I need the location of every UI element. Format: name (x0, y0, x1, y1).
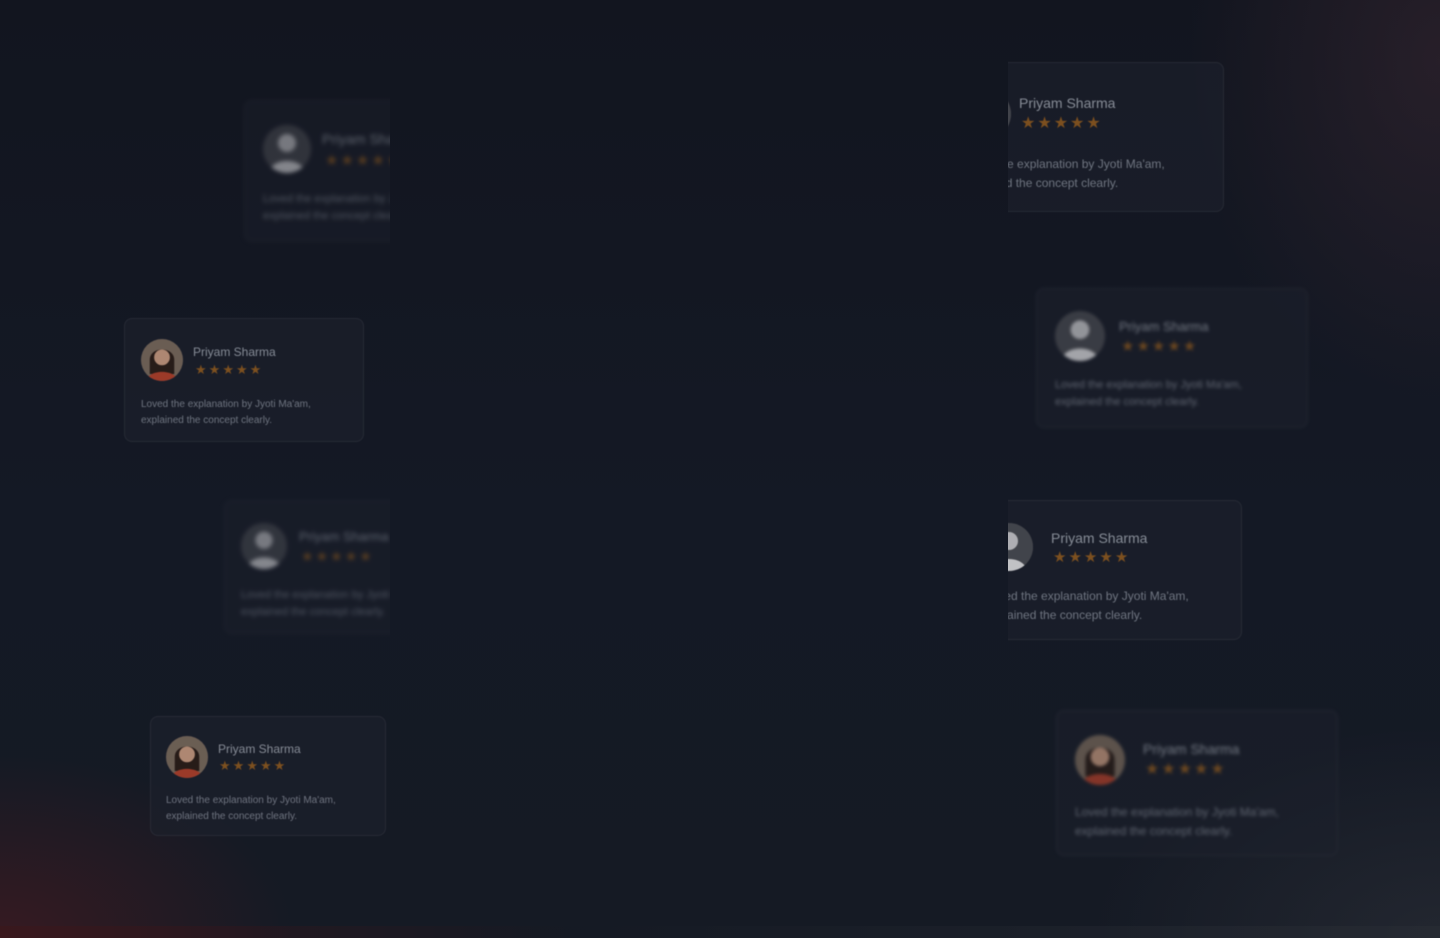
star-icon: ★ (344, 548, 358, 564)
woman-portrait-icon (1075, 735, 1125, 785)
star-icon: ★ (1099, 549, 1113, 566)
star-icon: ★ (222, 362, 234, 377)
review-line: explained the concept clearly. (1075, 823, 1233, 838)
testimonial-card: Priyam Sharma ★ ★ ★ ★ ★ Loved the explan… (1056, 710, 1338, 856)
review-text: Loved the explanation by Jyoti Ma'am, ex… (1055, 377, 1242, 411)
star-icon: ★ (315, 548, 329, 564)
reviewer-name: Priyam Sharma (1143, 741, 1240, 757)
review-line: Loved the explanation by Jyoti Ma'am, (263, 193, 390, 205)
star-icon: ★ (1210, 761, 1225, 778)
woman-portrait-icon (166, 736, 208, 778)
review-text: Loved the explanation by Jyoti Ma'am, ex… (141, 397, 311, 428)
star-icon: ★ (235, 362, 248, 377)
star-icon: ★ (232, 758, 245, 773)
review-text: Loved the explanation by Jyoti Ma'am, ex… (166, 793, 336, 824)
star-rating: ★ ★ ★ ★ ★ (301, 549, 372, 563)
star-rating: ★ ★ ★ ★ ★ (1121, 339, 1196, 354)
testimonial-card: Priyam Sharma ★ ★ ★ ★ ★ Loved the explan… (1008, 62, 1224, 212)
star-icon: ★ (1037, 115, 1052, 132)
man-portrait-icon (263, 125, 311, 173)
testimonial-card: Priyam Sharma ★ ★ ★ ★ ★ Loved the explan… (150, 716, 386, 836)
star-icon: ★ (1121, 338, 1135, 355)
review-line: explained the concept clearly. (241, 606, 386, 619)
star-icon: ★ (1182, 338, 1197, 355)
star-rating: ★ ★ ★ ★ ★ (219, 759, 285, 772)
woman-portrait-icon (141, 339, 183, 381)
review-line: Loved the explanation by Jyoti Ma'am, (1075, 805, 1279, 819)
reviewer-name: Priyam Sharma (299, 529, 389, 544)
star-rating: ★ ★ ★ ★ ★ (1053, 550, 1128, 565)
review-line: Loved the explanation by Jyoti Ma'am, (166, 795, 336, 806)
star-icon: ★ (249, 362, 262, 377)
review-line: Loved the explanation by Jyoti Ma'am, (241, 589, 390, 601)
review-text: Loved the explanation by Jyoti Ma'am, ex… (1075, 803, 1279, 840)
review-line: explained the concept clearly. (1055, 396, 1200, 409)
star-icon: ★ (1070, 115, 1085, 132)
testimonial-column-right: Priyam Sharma ★ ★ ★ ★ ★ Loved the explan… (1008, 0, 1440, 938)
star-icon: ★ (1145, 761, 1160, 778)
reviewer-name: Priyam Sharma (1119, 319, 1209, 334)
star-icon: ★ (330, 548, 343, 564)
star-icon: ★ (246, 758, 258, 773)
star-icon: ★ (1194, 761, 1209, 778)
reviewer-name: Priyam Sharma (322, 131, 390, 147)
star-icon: ★ (1021, 115, 1036, 132)
review-text: Loved the explanation by Jyoti Ma'am, ex… (263, 191, 390, 225)
review-line: Loved the explanation by Jyoti Ma'am, (1055, 379, 1242, 391)
testimonial-card: Priyam Sharma ★ ★ ★ ★ ★ Loved the explan… (244, 100, 390, 242)
star-icon: ★ (355, 152, 370, 169)
review-line: Loved the explanation by Jyoti Ma'am, (1008, 157, 1165, 171)
star-icon: ★ (301, 548, 314, 564)
testimonial-card: Priyam Sharma ★ ★ ★ ★ ★ Loved the explan… (124, 318, 364, 442)
man-portrait-icon (1008, 523, 1033, 571)
star-icon: ★ (1053, 549, 1067, 566)
star-icon: ★ (1136, 338, 1150, 355)
man-portrait-icon (1055, 311, 1105, 361)
star-icon: ★ (1086, 115, 1101, 132)
reviewer-name: Priyam Sharma (1051, 530, 1148, 546)
review-line: explained the concept clearly. (263, 210, 390, 223)
testimonial-column-left: Priyam Sharma ★ ★ ★ ★ ★ Loved the explan… (0, 0, 390, 938)
star-rating: ★ ★ ★ ★ ★ (325, 153, 390, 168)
star-icon: ★ (325, 152, 339, 169)
reviewer-name: Priyam Sharma (193, 345, 276, 359)
star-icon: ★ (1053, 115, 1069, 132)
star-rating: ★ ★ ★ ★ ★ (1145, 762, 1225, 778)
review-text: Loved the explanation by Jyoti Ma'am, ex… (241, 587, 390, 621)
testimonial-card: Priyam Sharma ★ ★ ★ ★ ★ Loved the explan… (224, 500, 390, 634)
review-line: explained the concept clearly. (1008, 175, 1119, 190)
review-line: explained the concept clearly. (141, 414, 273, 426)
star-rating: ★ ★ ★ ★ ★ (1021, 116, 1101, 132)
star-icon: ★ (1114, 549, 1129, 566)
star-icon: ★ (208, 362, 221, 377)
review-text: Loved the explanation by Jyoti Ma'am, ex… (1008, 587, 1189, 624)
star-icon: ★ (1083, 549, 1098, 566)
star-icon: ★ (1161, 761, 1176, 778)
star-icon: ★ (359, 548, 372, 564)
star-icon: ★ (273, 758, 286, 773)
star-icon: ★ (387, 153, 390, 168)
star-icon: ★ (219, 758, 231, 773)
reviewer-name: Priyam Sharma (1019, 95, 1116, 111)
star-icon: ★ (1167, 338, 1181, 355)
review-line: explained the concept clearly. (1008, 607, 1143, 622)
testimonial-card: Priyam Sharma ★ ★ ★ ★ ★ Loved the explan… (1036, 288, 1308, 428)
star-icon: ★ (1068, 549, 1082, 566)
review-text: Loved the explanation by Jyoti Ma'am, ex… (1008, 155, 1165, 192)
review-line: explained the concept clearly. (166, 810, 298, 822)
star-icon: ★ (195, 362, 207, 377)
reviewer-name: Priyam Sharma (218, 742, 301, 756)
man-portrait-icon (1008, 89, 1011, 139)
man-portrait-icon (241, 523, 287, 569)
testimonial-card: Priyam Sharma ★ ★ ★ ★ ★ Loved the explan… (1008, 500, 1242, 640)
review-line: Loved the explanation by Jyoti Ma'am, (141, 399, 311, 410)
review-line: Loved the explanation by Jyoti Ma'am, (1008, 589, 1189, 603)
star-icon: ★ (340, 152, 354, 169)
star-rating: ★ ★ ★ ★ ★ (195, 363, 261, 376)
star-icon: ★ (1151, 338, 1166, 355)
star-icon: ★ (371, 152, 385, 169)
star-icon: ★ (1177, 761, 1193, 778)
star-icon: ★ (259, 758, 272, 773)
